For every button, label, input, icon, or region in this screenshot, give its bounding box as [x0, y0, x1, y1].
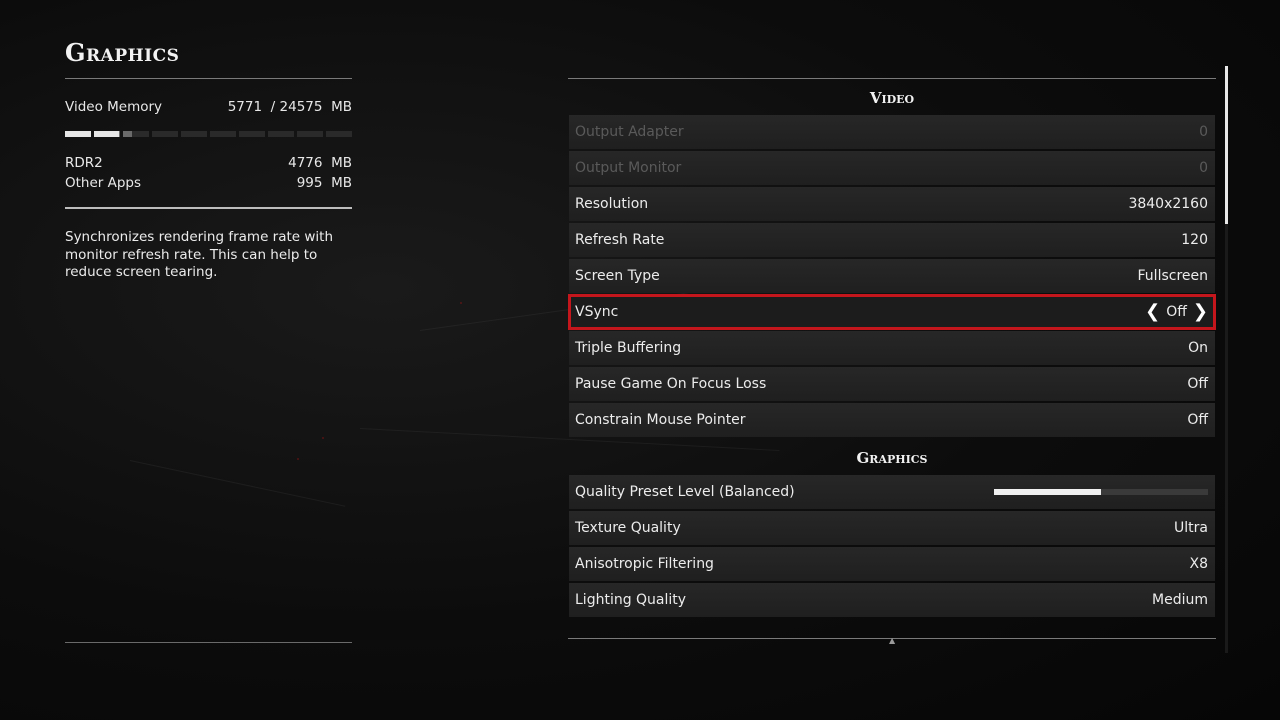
memory-bar-segment — [123, 131, 149, 137]
setting-value: Off — [1166, 304, 1187, 320]
setting-value: Ultra — [1174, 520, 1208, 536]
quality-preset-slider[interactable] — [994, 489, 1208, 495]
usage-value: 995 MB — [296, 175, 352, 191]
section-header-video: Video — [869, 89, 915, 107]
setting-value-group: 0 — [1199, 124, 1208, 140]
setting-row-quality-preset-level-balanced[interactable]: Quality Preset Level (Balanced) — [569, 475, 1215, 509]
setting-row-pause-game-on-focus-loss[interactable]: Pause Game On Focus Loss Off — [569, 367, 1215, 401]
memory-bar-segment — [94, 131, 120, 137]
setting-label: Anisotropic Filtering — [575, 556, 714, 572]
setting-label: Refresh Rate — [575, 232, 665, 248]
memory-bar-segment — [239, 131, 265, 137]
video-memory-bar — [65, 131, 352, 137]
section-header-graphics: Graphics — [856, 449, 928, 467]
setting-value-group: Medium — [1152, 592, 1208, 608]
setting-value-group: 120 — [1181, 232, 1208, 248]
setting-label: Output Monitor — [575, 160, 682, 176]
setting-label: Quality Preset Level (Balanced) — [575, 484, 795, 500]
scroll-down-indicator-icon: ▲ — [889, 636, 896, 645]
setting-value: On — [1188, 340, 1208, 356]
setting-label: Pause Game On Focus Loss — [575, 376, 767, 392]
setting-value: 0 — [1199, 160, 1208, 176]
video-memory-total: 24575 — [279, 99, 323, 115]
setting-value-group: Off — [1187, 376, 1208, 392]
scrollbar-thumb[interactable] — [1225, 66, 1228, 224]
left-bottom-divider — [65, 642, 352, 643]
usage-label: Other Apps — [65, 175, 142, 191]
setting-value-group: On — [1188, 340, 1208, 356]
setting-row-resolution[interactable]: Resolution 3840x2160 — [569, 187, 1215, 221]
memory-bar-segment — [181, 131, 207, 137]
setting-row-triple-buffering[interactable]: Triple Buffering On — [569, 331, 1215, 365]
video-memory-row: Video Memory 5771 / 24575 MB — [65, 97, 352, 117]
memory-bar-segment — [297, 131, 323, 137]
setting-label: VSync — [575, 304, 619, 320]
setting-label: Constrain Mouse Pointer — [575, 412, 746, 428]
page-title: Graphics — [65, 38, 180, 67]
setting-value: X8 — [1189, 556, 1209, 572]
setting-value-group: X8 — [1190, 556, 1209, 572]
setting-value: Off — [1187, 412, 1208, 428]
setting-value: 3840x2160 — [1128, 196, 1208, 212]
setting-row-anisotropic-filtering[interactable]: Anisotropic Filtering X8 — [569, 547, 1215, 581]
setting-value-group: 0 — [1199, 160, 1208, 176]
video-memory-value: 5771 / 24575 MB — [228, 97, 352, 117]
setting-value: Fullscreen — [1137, 268, 1208, 284]
settings-list: Video Output Adapter 0 Output Monitor 0 Resol… — [568, 78, 1216, 619]
setting-label: Triple Buffering — [575, 340, 682, 356]
chevron-right-icon[interactable]: ❯ — [1193, 303, 1208, 321]
memory-panel: Graphics Video Memory 5771 / 24575 MB RD… — [65, 38, 352, 282]
setting-value: 120 — [1181, 232, 1208, 248]
setting-value-group: Fullscreen — [1138, 268, 1208, 284]
setting-row-vsync[interactable]: VSync ❮ Off ❯ — [568, 294, 1216, 330]
memory-bar-segment — [268, 131, 294, 137]
memory-bar-segment — [152, 131, 178, 137]
video-memory-unit: MB — [331, 99, 352, 115]
video-memory-used: 5771 — [227, 99, 263, 115]
chevron-left-icon[interactable]: ❮ — [1145, 303, 1160, 321]
usage-value: 4776 MB — [288, 155, 352, 171]
usage-row-rdr2: RDR2 4776 MB — [65, 153, 352, 173]
setting-value-group: Ultra — [1174, 520, 1208, 536]
setting-value-group: ❮ Off ❯ — [1145, 303, 1208, 321]
setting-row-constrain-mouse-pointer[interactable]: Constrain Mouse Pointer Off — [569, 403, 1215, 437]
setting-row-lighting-quality[interactable]: Lighting Quality Medium — [569, 583, 1215, 617]
setting-value: Medium — [1152, 592, 1208, 608]
usage-label: RDR2 — [65, 155, 103, 171]
memory-bar-segment — [326, 131, 352, 137]
setting-row-texture-quality[interactable]: Texture Quality Ultra — [569, 511, 1215, 545]
usage-divider — [65, 207, 352, 209]
settings-scrollbar[interactable] — [1225, 66, 1228, 653]
video-memory-label: Video Memory — [65, 99, 163, 115]
memory-bar-segment — [65, 131, 91, 137]
setting-value-group: Off — [1187, 412, 1208, 428]
memory-bar-segment — [210, 131, 236, 137]
setting-row-output-adapter: Output Adapter 0 — [569, 115, 1215, 149]
slider-fill — [994, 489, 1101, 495]
setting-description: Synchronizes rendering frame rate with m… — [65, 229, 334, 280]
title-divider — [65, 78, 352, 79]
setting-value-group: 3840x2160 — [1128, 196, 1208, 212]
setting-row-refresh-rate[interactable]: Refresh Rate 120 — [569, 223, 1215, 257]
usage-row-other-apps: Other Apps 995 MB — [65, 173, 352, 193]
setting-label: Output Adapter — [575, 124, 684, 140]
setting-label: Screen Type — [575, 268, 660, 284]
setting-label: Lighting Quality — [575, 592, 687, 608]
setting-value: Off — [1187, 376, 1208, 392]
setting-row-output-monitor: Output Monitor 0 — [569, 151, 1215, 185]
setting-label: Resolution — [575, 196, 649, 212]
setting-value: 0 — [1199, 124, 1208, 140]
setting-label: Texture Quality — [575, 520, 681, 536]
setting-row-screen-type[interactable]: Screen Type Fullscreen — [569, 259, 1215, 293]
